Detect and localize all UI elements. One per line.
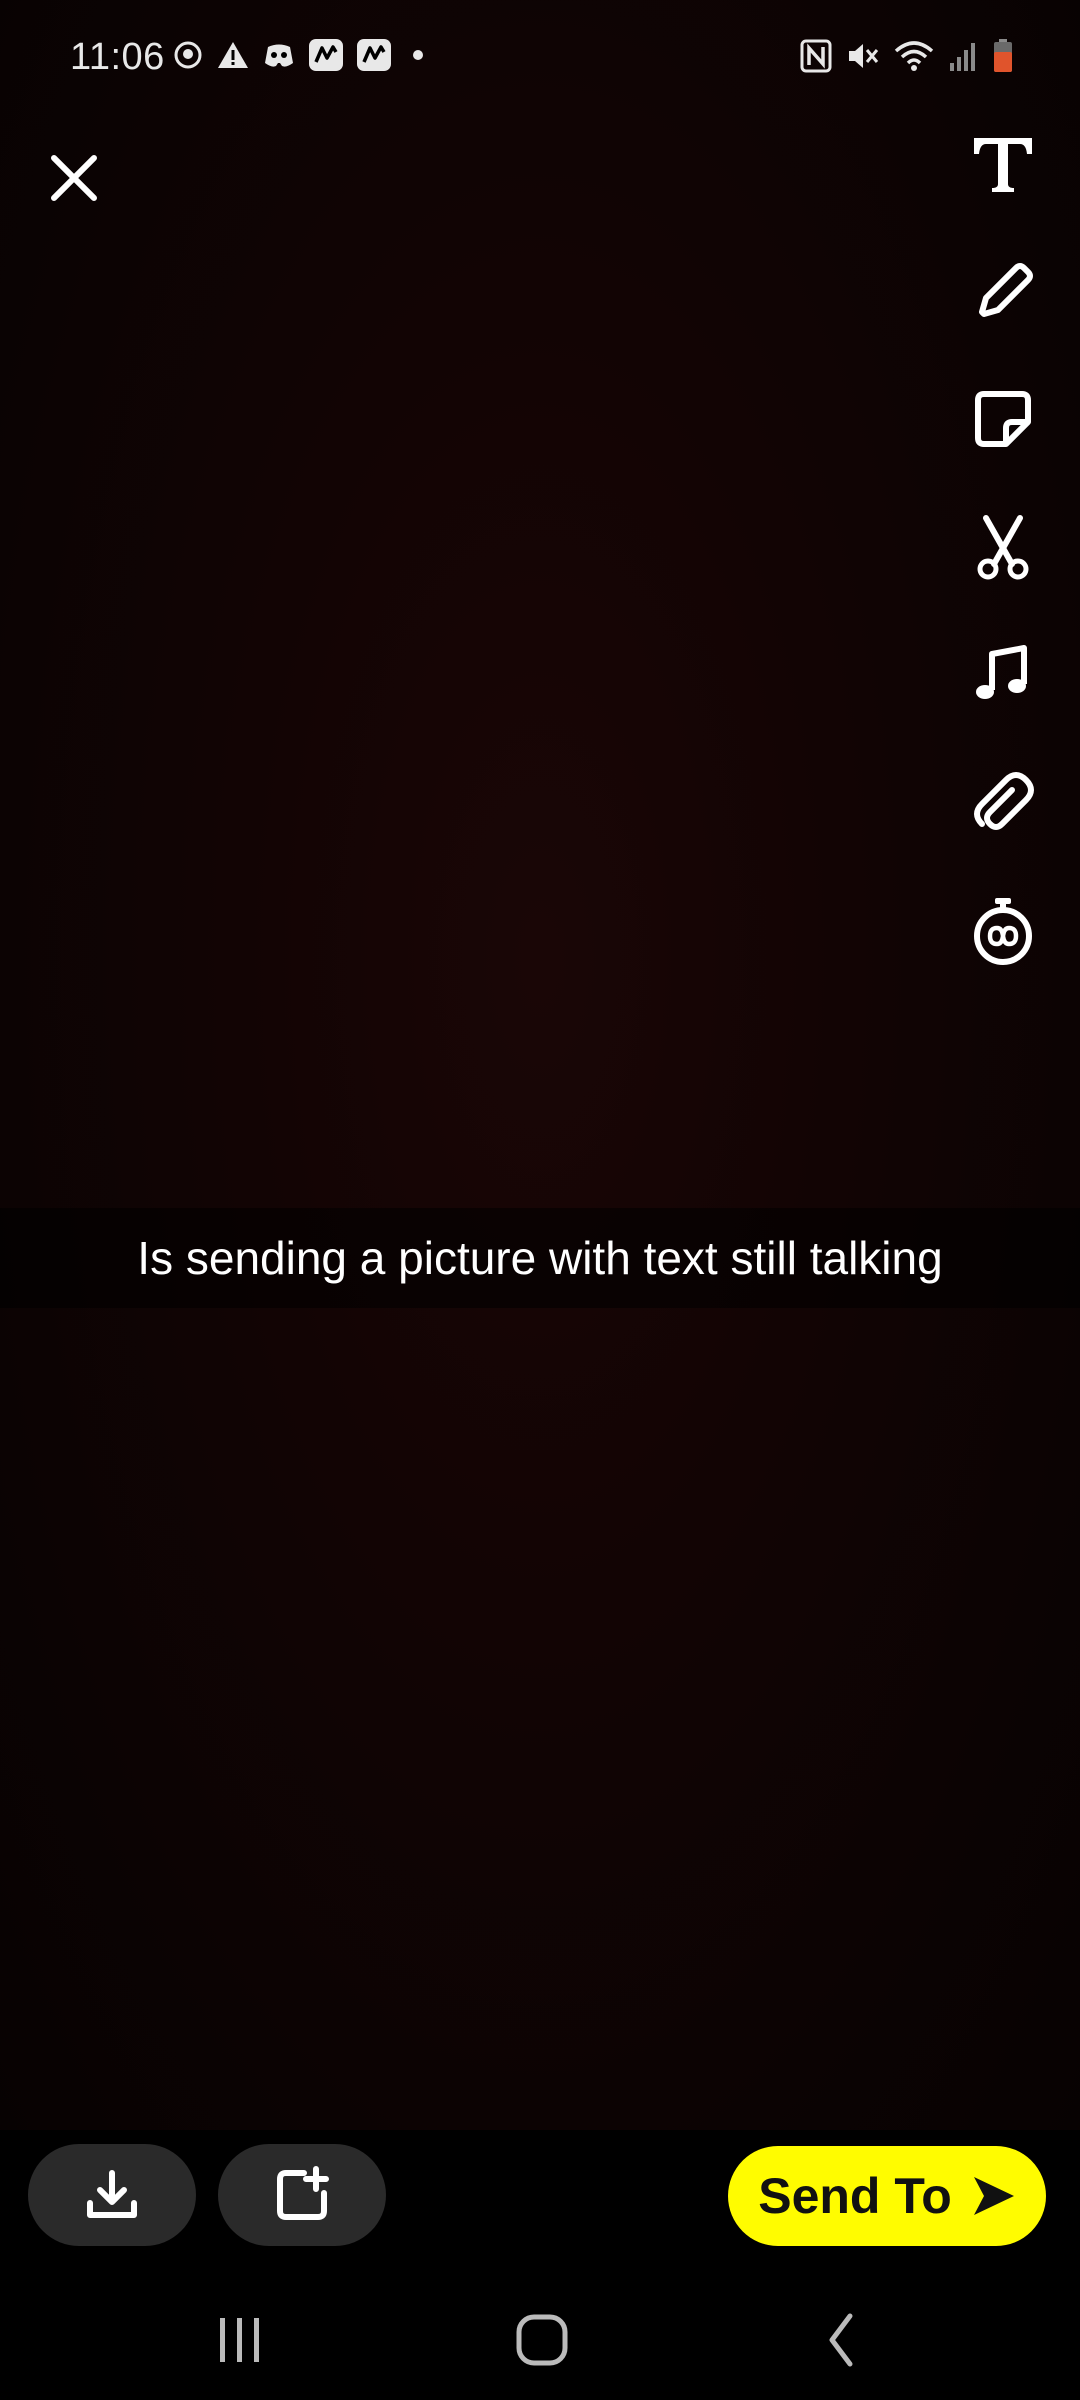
warning-icon xyxy=(216,39,250,71)
add-to-story-button[interactable] xyxy=(218,2144,386,2246)
status-system-icons xyxy=(800,38,1014,74)
caption-bar[interactable]: Is sending a picture with text still tal… xyxy=(0,1208,1080,1308)
timer-icon xyxy=(974,898,1032,965)
save-button[interactable] xyxy=(28,2144,196,2246)
pencil-icon xyxy=(979,263,1033,317)
sticker-icon xyxy=(975,391,1031,447)
music-tool-button[interactable] xyxy=(968,640,1038,710)
music-icon xyxy=(976,645,1027,699)
draw-tool-button[interactable] xyxy=(968,256,1038,326)
snapchat-status-icon xyxy=(172,39,204,71)
text-icon xyxy=(974,138,1032,192)
caption-text: Is sending a picture with text still tal… xyxy=(137,1232,943,1284)
dot-icon xyxy=(404,39,428,71)
status-notification-icons xyxy=(172,38,428,72)
wifi-icon xyxy=(894,39,934,73)
send-to-label: Send To xyxy=(758,2168,952,2224)
close-icon xyxy=(51,155,97,201)
home-button[interactable] xyxy=(502,2310,582,2370)
app-icon xyxy=(308,38,344,72)
snap-editor-screen: 11:06 Is sending a picture with text sti… xyxy=(0,0,1080,2400)
paperclip-icon xyxy=(974,772,1034,830)
system-nav-bar xyxy=(0,2270,1080,2400)
back-icon xyxy=(829,2313,853,2367)
battery-icon xyxy=(992,38,1014,74)
scissors-icon xyxy=(977,515,1029,580)
text-tool-button[interactable] xyxy=(968,128,1038,198)
status-time: 11:06 xyxy=(70,36,165,78)
signal-icon xyxy=(948,39,978,73)
recents-button[interactable] xyxy=(200,2310,280,2370)
home-icon xyxy=(516,2314,568,2366)
send-arrow-icon xyxy=(973,2177,1014,2215)
status-bar: 11:06 xyxy=(0,0,1080,120)
sticker-tool-button[interactable] xyxy=(968,384,1038,454)
mute-icon xyxy=(846,39,880,73)
bottom-action-bar: Send To xyxy=(0,2130,1080,2270)
nfc-icon xyxy=(800,39,832,73)
close-button[interactable] xyxy=(42,146,106,210)
back-button[interactable] xyxy=(804,2310,884,2370)
discord-icon xyxy=(262,39,296,71)
recents-icon xyxy=(220,2318,259,2362)
send-to-button[interactable]: Send To xyxy=(728,2146,1046,2246)
timer-tool-button[interactable] xyxy=(968,896,1038,966)
app-icon xyxy=(356,38,392,72)
download-icon xyxy=(87,2170,137,2218)
scissors-tool-button[interactable] xyxy=(968,512,1038,582)
attachment-tool-button[interactable] xyxy=(968,768,1038,838)
captured-photo xyxy=(0,0,1080,2130)
add-story-icon xyxy=(277,2166,329,2220)
